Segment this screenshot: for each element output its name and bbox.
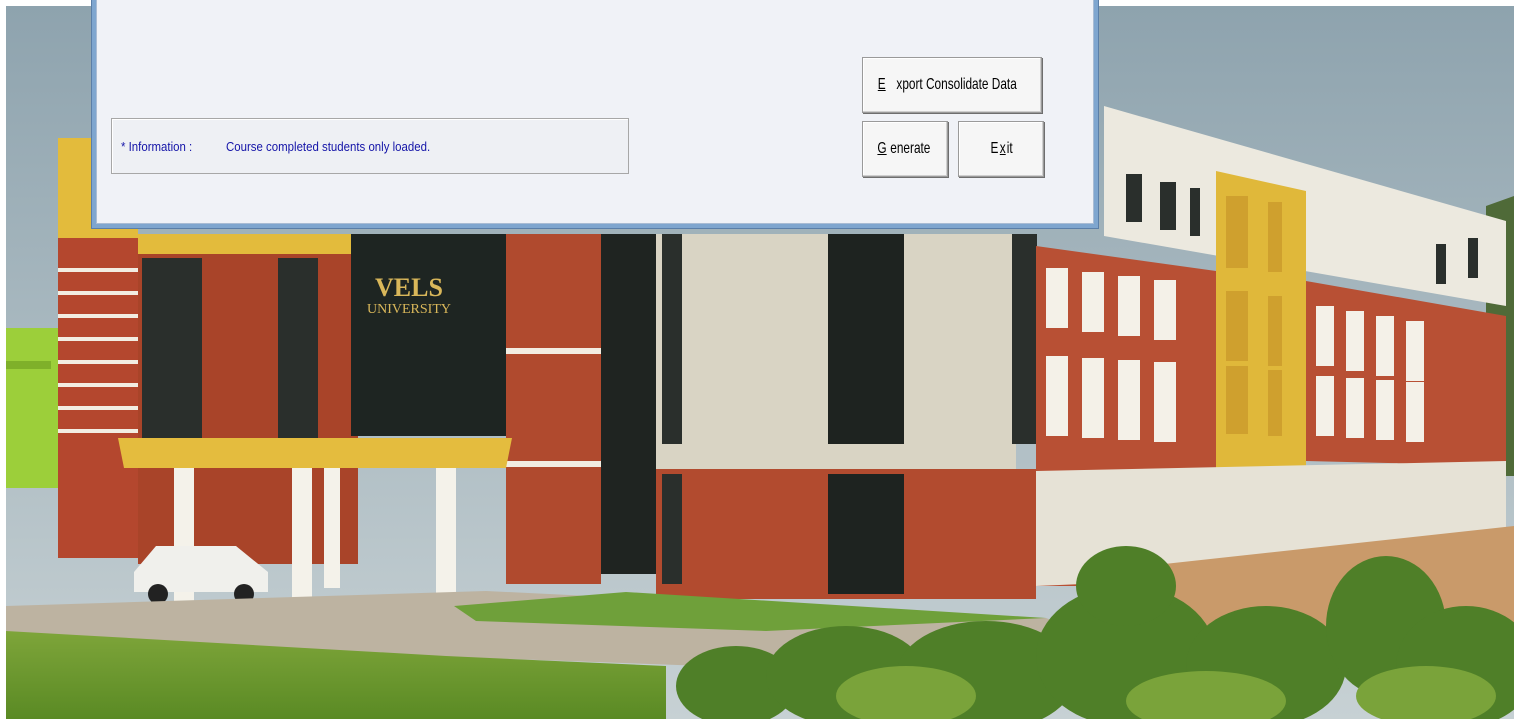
generate-button-label: Generate	[876, 140, 933, 158]
exit-button-label: Exit	[990, 140, 1013, 158]
university-sign-line2: UNIVERSITY	[367, 302, 451, 317]
exit-label-pre: E	[990, 140, 999, 157]
exit-button[interactable]: Exit	[958, 121, 1044, 177]
university-sign-line1: VELS	[375, 273, 443, 302]
generate-button[interactable]: Generate	[862, 121, 948, 177]
information-panel: * Information : Course completed student…	[111, 118, 629, 174]
export-button-label: Export Consolidate Data	[877, 76, 1026, 94]
dialog-client-area: * Information : Course completed student…	[96, 0, 1094, 224]
information-label: * Information :	[121, 139, 193, 154]
exit-label-rest: it	[1006, 140, 1012, 157]
exit-mnemonic: x	[999, 140, 1006, 157]
generate-label-rest: enerate	[890, 140, 931, 157]
export-label-rest: xport Consolidate Data	[896, 76, 1017, 93]
report-dialog-window: * Information : Course completed student…	[91, 0, 1099, 229]
generate-mnemonic: G	[877, 140, 887, 157]
information-message: Course completed students only loaded.	[226, 139, 431, 154]
export-consolidate-data-button[interactable]: Export Consolidate Data	[862, 57, 1042, 113]
export-mnemonic: E	[878, 76, 886, 93]
